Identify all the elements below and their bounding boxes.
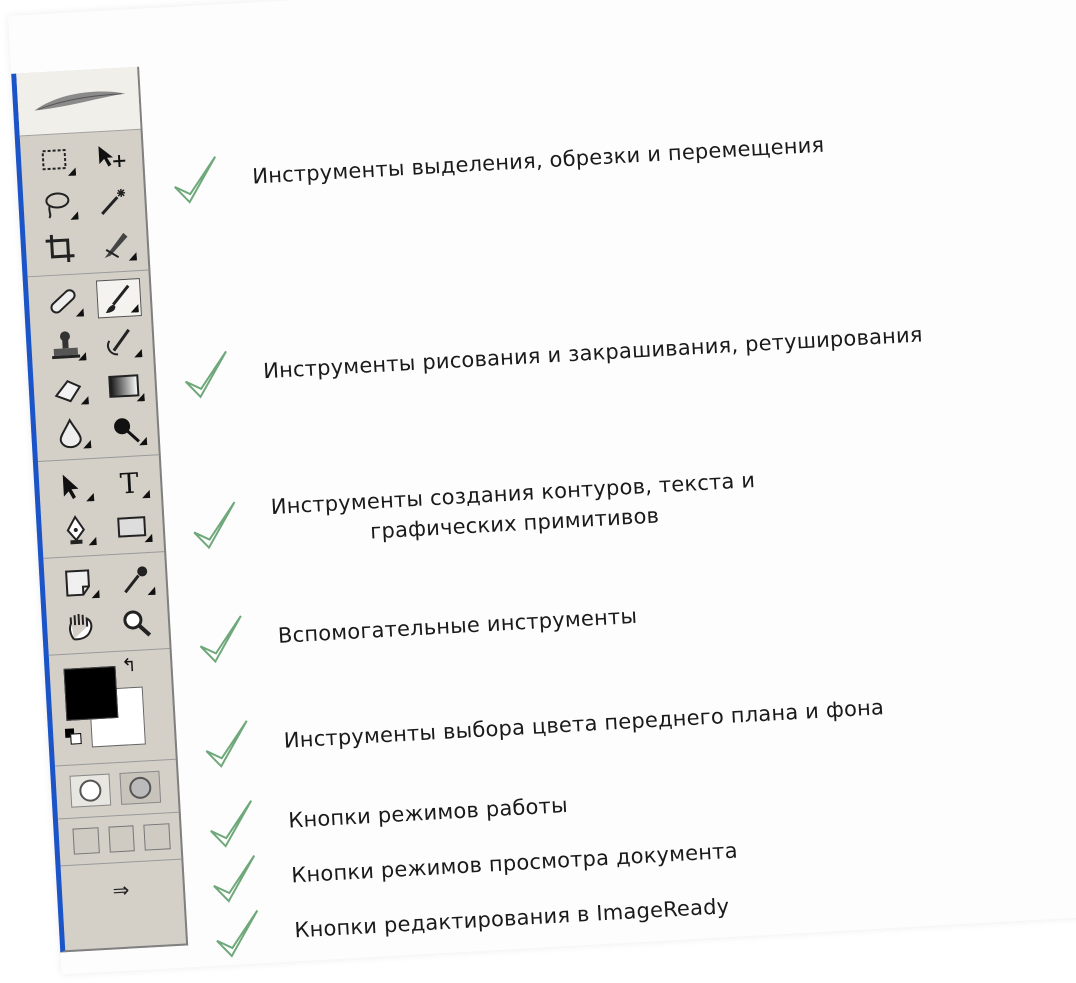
color-swatches: ↰ (48, 648, 176, 767)
flyout-indicator-icon (130, 304, 139, 313)
crop-tool[interactable] (37, 228, 83, 268)
lasso-tool[interactable] (35, 184, 81, 224)
edit-mode-buttons (54, 759, 179, 820)
move-icon (98, 146, 126, 168)
type-icon: T (119, 465, 140, 500)
flyout-indicator-icon (88, 536, 97, 546)
caption-auxiliary: Вспомогательные инструменты (197, 592, 639, 664)
checkmark-icon (213, 855, 256, 903)
flyout-indicator-icon (91, 589, 100, 599)
checkmark-icon (205, 720, 248, 768)
screen-mode-buttons (57, 812, 182, 867)
zoom-tool[interactable] (114, 604, 160, 644)
imageready-jump-icon: ⇒ (111, 877, 130, 903)
jump-to-imageready-button[interactable]: ⇒ (75, 871, 167, 910)
caption-text: Кнопки режимов работы (287, 793, 569, 833)
caption-text: Инструменты создания контуров, текста и … (270, 465, 758, 552)
crop-icon (45, 234, 75, 263)
caption-text: Вспомогательные инструменты (277, 603, 638, 648)
notes-tool[interactable] (56, 563, 102, 603)
standard-screen-mode-button[interactable] (72, 827, 100, 855)
flyout-indicator-icon (138, 436, 148, 446)
flyout-indicator-icon (136, 392, 145, 402)
caption-text: Инструменты выделения, обрезки и перемещ… (251, 132, 825, 189)
rectangle-tool[interactable] (109, 507, 155, 547)
move-tool[interactable] (88, 137, 134, 177)
caption-paths-text: Инструменты создания контуров, текста и … (190, 465, 757, 556)
quick-mask-icon (128, 776, 152, 800)
caption-selection: Инструменты выделения, обрезки и перемещ… (171, 121, 825, 205)
selection-tools-group (19, 129, 149, 278)
type-tool[interactable]: T (106, 463, 152, 503)
flyout-indicator-icon (70, 211, 79, 220)
eyedropper-tool[interactable] (112, 560, 158, 600)
flyout-indicator-icon (144, 533, 153, 543)
caption-colors: Инструменты выбора цвета переднего плана… (203, 683, 886, 769)
magic-wand-tool[interactable] (90, 181, 136, 221)
flyout-indicator-icon (85, 492, 95, 502)
checkmark-icon (184, 350, 227, 399)
pen-tool[interactable] (53, 510, 99, 550)
standard-mode-icon (78, 779, 102, 803)
caption-text: Инструменты рисования и закрашивания, ре… (262, 322, 924, 384)
marquee-tool[interactable] (32, 140, 78, 180)
swap-colors-icon[interactable]: ↰ (121, 655, 137, 677)
full-screen-mode-button[interactable] (143, 823, 171, 851)
flyout-indicator-icon (82, 440, 92, 449)
flyout-indicator-icon (75, 308, 84, 317)
flyout-indicator-icon (141, 489, 151, 499)
painting-tools-group (27, 270, 159, 463)
dodge-tool[interactable] (103, 410, 149, 450)
flyout-indicator-icon (67, 167, 77, 176)
auxiliary-tools-group (43, 552, 170, 656)
default-colors-icon[interactable] (64, 728, 82, 745)
slide-sheet: T ↰ ⇒ Инструменты выделения, обрезки и п… (8, 0, 1076, 975)
caption-text: Кнопки режимов просмотра документа (290, 838, 739, 888)
zoom-icon (123, 610, 152, 637)
caption-text: Инструменты выбора цвета переднего плана… (283, 695, 885, 753)
clone-stamp-tool[interactable] (42, 325, 88, 365)
path-selection-tool[interactable] (50, 466, 96, 506)
imageready-row: ⇒ (61, 860, 185, 921)
feather-logo-icon (34, 91, 126, 111)
flyout-indicator-icon (80, 396, 89, 405)
history-brush-tool[interactable] (98, 322, 144, 362)
foreground-color-swatch[interactable] (63, 666, 119, 721)
checkmark-icon (216, 909, 259, 958)
standard-mode-button[interactable] (69, 773, 112, 808)
flyout-indicator-icon (128, 252, 137, 261)
checkmark-icon (210, 800, 253, 848)
slice-tool[interactable] (93, 225, 139, 265)
full-screen-menu-mode-button[interactable] (108, 825, 136, 853)
healing-brush-tool[interactable] (40, 281, 86, 321)
caption-painting: Инструменты рисования и закрашивания, ре… (182, 310, 924, 399)
brush-tool[interactable] (95, 278, 142, 319)
eraser-tool[interactable] (45, 369, 91, 409)
gradient-tool[interactable] (101, 366, 147, 406)
quick-mask-mode-button[interactable] (119, 770, 162, 805)
hand-tool[interactable] (58, 607, 104, 647)
flyout-indicator-icon (133, 349, 143, 358)
blur-tool[interactable] (47, 413, 93, 453)
magic-wand-icon (101, 188, 126, 216)
hand-icon (69, 613, 93, 641)
path-type-tools-group: T (37, 455, 165, 559)
photoshop-toolbox: T ↰ ⇒ (11, 66, 189, 953)
checkmark-icon (199, 615, 242, 664)
caption-text: Кнопки редактирования в ImageReady (293, 894, 730, 943)
checkmark-icon (174, 156, 217, 204)
checkmark-icon (193, 501, 236, 550)
toolbox-header[interactable] (16, 66, 141, 137)
flyout-indicator-icon (147, 586, 156, 596)
flyout-indicator-icon (77, 352, 87, 361)
